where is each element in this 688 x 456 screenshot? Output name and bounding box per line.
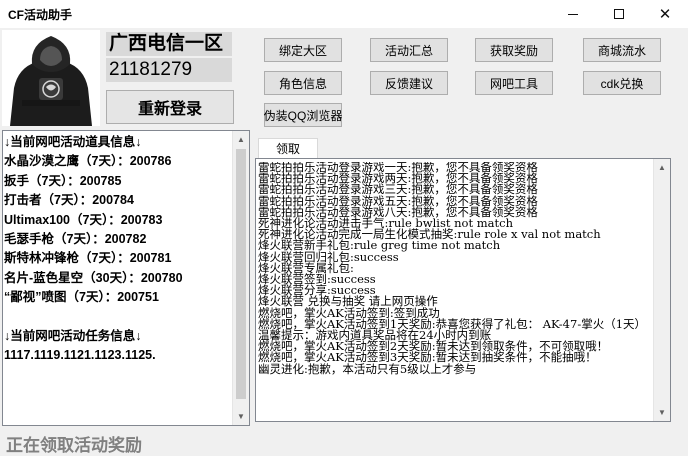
log-line: 幽灵进化:抱歉，本活动只有5级以上才参与 xyxy=(258,361,477,375)
cdk-redeem-button[interactable]: cdk兑换 xyxy=(583,71,661,95)
server-name-field: 广西电信一区 xyxy=(106,32,232,56)
qq-number-field: 21181279 xyxy=(106,58,232,82)
info-line: 水晶沙漠之鹰（7天）：200786 xyxy=(4,154,172,169)
close-icon: ✕ xyxy=(658,4,672,23)
info-line: ↓当前网吧活动道具信息↓ xyxy=(4,135,142,149)
log-panel[interactable]: 雷蛇拍拍乐活动登录游戏一天:抱歉，您不具备领奖资格 雷蛇拍拍乐活动登录游戏两天:… xyxy=(255,158,671,422)
close-button[interactable]: ✕ xyxy=(642,0,688,28)
log-panel-scrollbar[interactable]: ▲ ▼ xyxy=(653,159,670,421)
info-line: ↓当前网吧活动任务信息↓ xyxy=(4,329,142,344)
info-line: 毛瑟手枪（7天）：200782 xyxy=(4,232,147,247)
left-panel-scroll-thumb[interactable] xyxy=(236,149,246,399)
info-line xyxy=(4,308,232,327)
scroll-up-arrow-icon[interactable]: ▲ xyxy=(233,131,249,148)
info-line: Ultimax100（7天）：200783 xyxy=(4,212,163,227)
minimize-icon xyxy=(568,13,578,15)
netcafe-tools-button[interactable]: 网吧工具 xyxy=(475,71,553,95)
info-line: 扳手（7天）：200785 xyxy=(4,173,122,188)
status-text: 正在领取活动奖励 xyxy=(6,436,142,455)
maximize-icon xyxy=(614,9,624,19)
scroll-down-arrow-icon[interactable]: ▼ xyxy=(233,408,249,425)
minimize-button[interactable] xyxy=(550,0,596,28)
activity-summary-button[interactable]: 活动汇总 xyxy=(370,38,448,62)
info-line: 打击者（7天）：200784 xyxy=(4,193,134,208)
maximize-button[interactable] xyxy=(596,0,642,28)
info-line: 斯特林冲锋枪（7天）：200781 xyxy=(4,251,172,266)
window-title: CF活动助手 xyxy=(8,8,72,22)
relogin-button[interactable]: 重新登录 xyxy=(106,90,234,124)
fake-qq-browser-button[interactable]: 伪装QQ浏览器 xyxy=(264,103,342,127)
title-bar: CF活动助手 ✕ xyxy=(0,0,688,28)
avatar-hoodie-image xyxy=(2,30,100,126)
claim-reward-button[interactable]: 获取奖励 xyxy=(475,38,553,62)
scroll-down-arrow-icon[interactable]: ▼ xyxy=(654,404,670,421)
log-output: 雷蛇拍拍乐活动登录游戏一天:抱歉，您不具备领奖资格 雷蛇拍拍乐活动登录游戏两天:… xyxy=(258,162,652,375)
bind-region-button[interactable]: 绑定大区 xyxy=(264,38,342,62)
feedback-button[interactable]: 反馈建议 xyxy=(370,71,448,95)
role-info-button[interactable]: 角色信息 xyxy=(264,71,342,95)
info-line: 1117.1119.1121.1123.1125. xyxy=(4,348,156,363)
avatar xyxy=(2,30,100,126)
info-line: “鄙视”喷图（7天）：200751 xyxy=(4,290,159,305)
netcafe-info-panel[interactable]: ↓当前网吧活动道具信息↓ 水晶沙漠之鹰（7天）：200786 扳手（7天）：20… xyxy=(2,130,250,426)
mall-flow-button[interactable]: 商城流水 xyxy=(583,38,661,62)
scroll-up-arrow-icon[interactable]: ▲ xyxy=(654,159,670,176)
info-line: 名片-蓝色星空（30天）：200780 xyxy=(4,270,183,285)
left-panel-scrollbar[interactable]: ▲ ▼ xyxy=(232,131,249,425)
netcafe-info-list: ↓当前网吧活动道具信息↓ 水晶沙漠之鹰（7天）：200786 扳手（7天）：20… xyxy=(4,133,232,366)
tab-claim[interactable]: 领取 xyxy=(258,138,318,158)
